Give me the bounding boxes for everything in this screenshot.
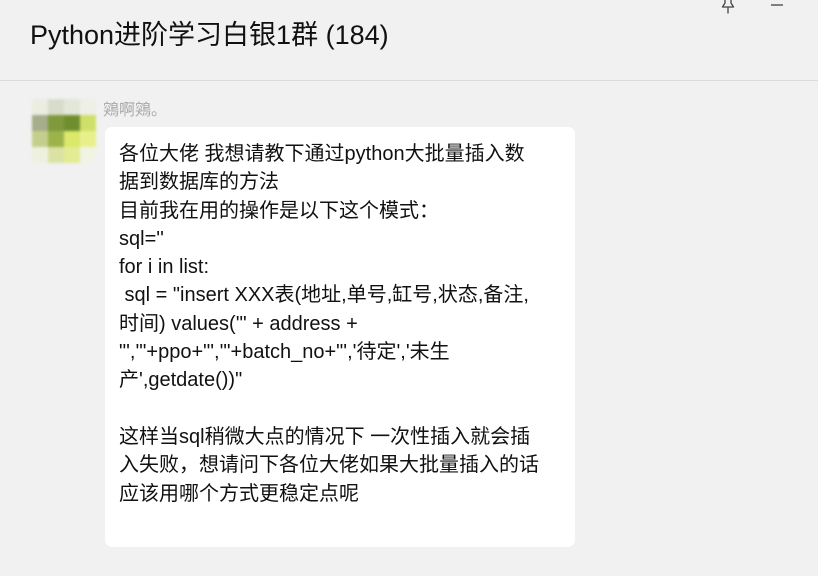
message-line: 各位大佬 我想请教下通过python大批量插入数 <box>119 143 525 165</box>
pin-icon <box>721 0 735 19</box>
avatar-pixel <box>80 147 96 163</box>
message-line: 入失败，想请问下各位大佬如果大批量插入的话 <box>119 454 539 477</box>
avatar-pixel <box>64 115 80 131</box>
message-line: 时间) values('" + address + <box>119 312 358 335</box>
avatar-pixel <box>48 147 64 163</box>
chat-title: Python进阶学习白银1群 (184) <box>30 20 389 50</box>
minimize-icon <box>770 0 784 17</box>
avatar-pixel <box>32 99 48 115</box>
message-line <box>119 395 567 423</box>
avatar-pixel <box>48 131 64 147</box>
message-line: 据到数据库的方法 <box>119 171 279 194</box>
avatar-pixel <box>80 99 96 115</box>
pin-button[interactable] <box>716 0 740 18</box>
chat-header: Python进阶学习白银1群 (184) <box>0 0 818 81</box>
avatar-pixel <box>32 115 48 131</box>
avatar-pixel <box>80 131 96 147</box>
avatar-pixel <box>64 131 80 147</box>
message-bubble[interactable]: 各位大佬 我想请教下通过python大批量插入数 据到数据库的方法目前我在用的操作… <box>105 127 575 547</box>
avatar-pixel <box>64 99 80 115</box>
avatar-pixel <box>64 147 80 163</box>
message-line: "','"+ppo+"','"+batch_no+"','待定','未生 <box>119 341 450 364</box>
avatar-pixel <box>32 131 48 147</box>
message-line: sql='' <box>119 227 164 250</box>
sender-name: 鶟啊鶟。 <box>103 102 168 119</box>
avatar-pixel <box>80 115 96 131</box>
message-line: 产',getdate())" <box>119 369 243 392</box>
message-line: 应该用哪个方式更稳定点呢 <box>119 482 359 505</box>
message-line: for i in list: <box>119 256 210 279</box>
message-line: 这样当sql稍微大点的情况下 一次性插入就会插 <box>119 425 531 448</box>
minimize-button[interactable] <box>764 0 790 18</box>
avatar-pixel <box>32 147 48 163</box>
message-line: sql = "insert XXX表(地址,单号,缸号,状态,备注, <box>119 284 529 307</box>
avatar[interactable] <box>32 99 96 163</box>
message-line: 目前我在用的操作是以下这个模式： <box>119 199 439 222</box>
avatar-pixel <box>48 115 64 131</box>
avatar-pixel <box>48 99 64 115</box>
